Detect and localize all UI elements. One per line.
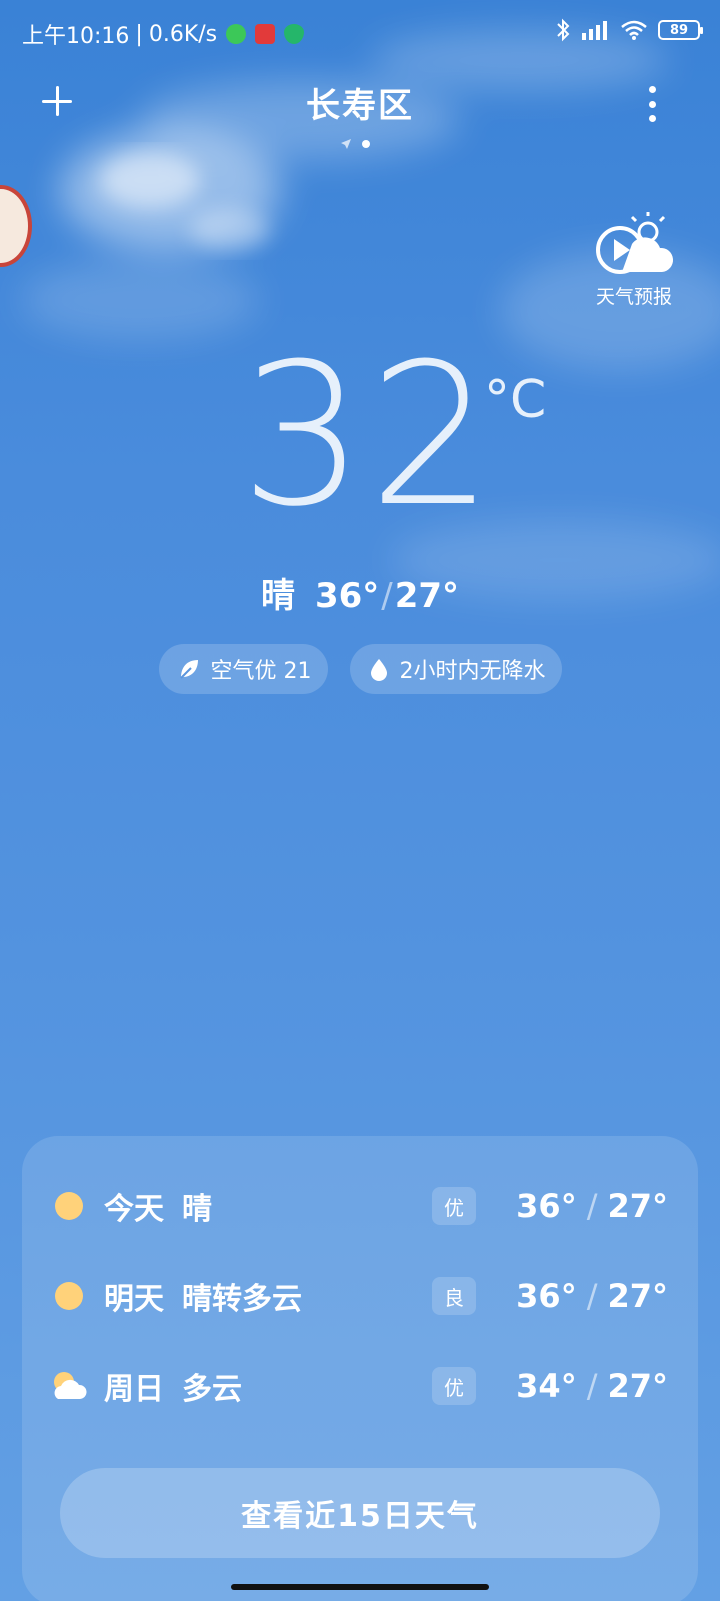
current-temperature: 32	[240, 322, 498, 550]
weather-video-label: 天气预报	[595, 286, 672, 308]
precipitation-chip[interactable]: 2小时内无降水	[349, 644, 562, 694]
city-title[interactable]: 长寿区	[0, 78, 720, 127]
status-net-speed: 0.6K/s	[148, 21, 218, 47]
forecast-weather: 多云	[182, 1372, 242, 1407]
sun-icon	[55, 1282, 83, 1310]
air-quality-text: 空气优 21	[210, 659, 312, 684]
status-time: 上午10:16	[22, 24, 130, 49]
current-high: 36°	[314, 576, 380, 616]
menu-dot	[648, 115, 656, 122]
air-quality-chip[interactable]: 空气优 21	[158, 644, 328, 694]
forecast-high: 34°	[516, 1367, 577, 1405]
forecast-high: 36°	[516, 1187, 577, 1225]
forecast-day: 今天	[104, 1192, 164, 1227]
forecast-day: 明天	[104, 1282, 164, 1317]
home-indicator[interactable]	[231, 1584, 489, 1590]
battery-level: 89	[669, 22, 689, 38]
precipitation-text: 2小时内无降水	[399, 659, 546, 684]
bluetooth-icon	[557, 18, 570, 42]
range-separator: /	[586, 1187, 598, 1225]
more-options-button[interactable]	[642, 84, 662, 124]
forecast-high: 36°	[516, 1277, 577, 1315]
temperature-unit: °C	[484, 370, 547, 430]
status-bar: 上午10:16 | 0.6K/s 89	[0, 0, 720, 64]
forecast-card: 今天晴 优 36°/27° 明天 晴转多云 良 36°/27° 周日 多云 优 34…	[22, 1136, 698, 1601]
location-arrow-icon	[341, 139, 351, 149]
view-15-day-forecast-button[interactable]: 查看近15日天气	[60, 1468, 660, 1558]
app-notification-icon	[255, 24, 276, 44]
forecast-aqi-badge: 良	[432, 1277, 476, 1315]
status-separator: |	[135, 21, 143, 47]
forecast-aqi-badge: 优	[432, 1367, 476, 1405]
forecast-aqi-badge: 优	[432, 1187, 476, 1225]
water-drop-icon	[370, 659, 387, 681]
weather-video-icon	[596, 212, 674, 274]
current-low: 27°	[394, 576, 460, 616]
forecast-low: 27°	[607, 1367, 668, 1405]
security-notification-icon	[284, 24, 305, 44]
wifi-icon	[621, 20, 647, 40]
leaf-icon	[179, 660, 198, 679]
menu-dot	[648, 86, 656, 93]
current-condition-line: 晴 36°/27°	[0, 568, 720, 617]
range-separator: /	[586, 1367, 598, 1405]
partly-cloudy-icon	[54, 1372, 87, 1399]
menu-dot	[648, 100, 656, 108]
wechat-notification-icon	[226, 24, 247, 44]
forecast-row[interactable]: 明天 晴转多云 良 36°/27°	[22, 1266, 698, 1326]
forecast-weather: 晴	[182, 1192, 212, 1227]
range-separator: /	[381, 576, 393, 616]
current-condition: 晴	[260, 576, 295, 616]
signal-icon	[582, 21, 607, 40]
forecast-low: 27°	[607, 1277, 668, 1315]
forecast-day: 周日	[104, 1372, 164, 1407]
range-separator: /	[586, 1277, 598, 1315]
page-dot	[362, 140, 370, 148]
weather-forecast-video-button[interactable]: 天气预报	[588, 212, 680, 308]
forecast-low: 27°	[607, 1187, 668, 1225]
forecast-row[interactable]: 周日 多云 优 34°/27°	[22, 1356, 698, 1416]
info-chips: 空气优 21 2小时内无降水	[0, 644, 720, 694]
forecast-weather: 晴转多云	[182, 1282, 302, 1317]
battery-indicator: 89	[658, 20, 703, 40]
forecast-row[interactable]: 今天晴 优 36°/27°	[22, 1176, 698, 1236]
mascot-floating-icon[interactable]	[0, 185, 32, 267]
sun-icon	[55, 1192, 83, 1220]
page-indicator	[340, 138, 370, 150]
